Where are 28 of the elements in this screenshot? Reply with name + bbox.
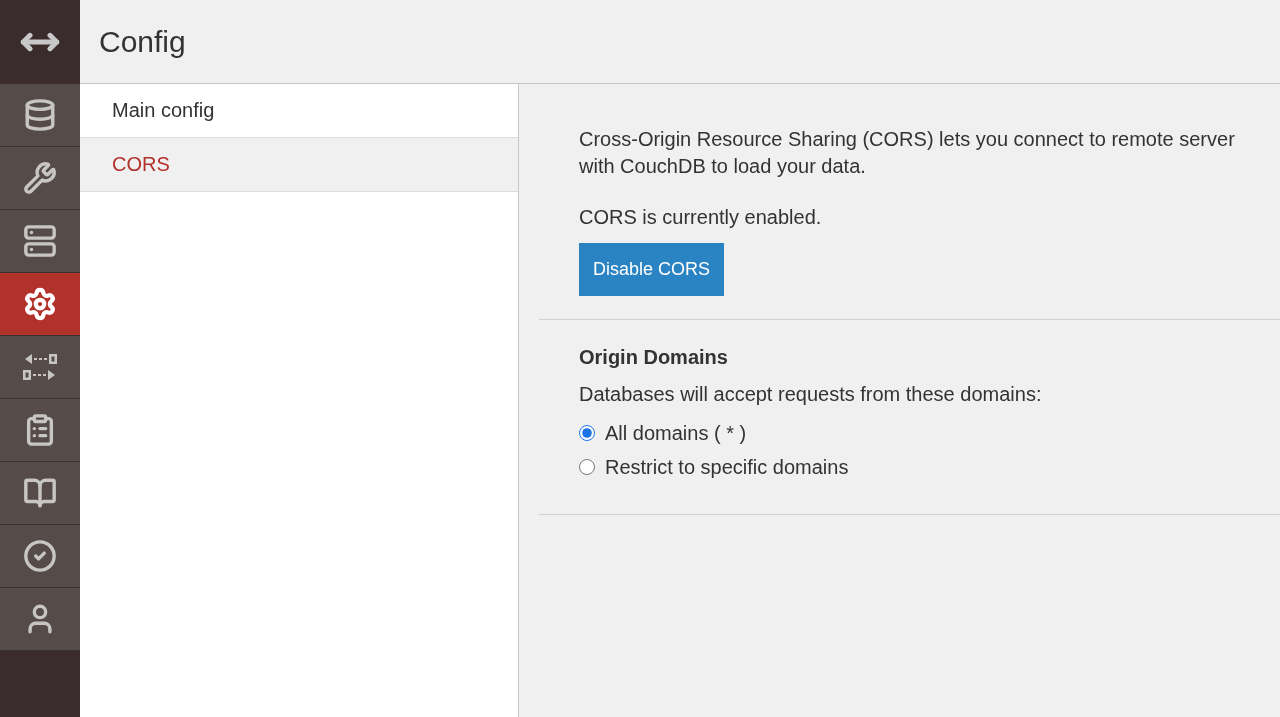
option-label: Restrict to specific domains	[605, 455, 849, 479]
nav-item[interactable]	[0, 525, 80, 588]
server-icon	[23, 224, 57, 258]
radio-button[interactable]	[579, 459, 595, 475]
settings-icon	[23, 287, 57, 321]
book-icon	[23, 476, 57, 510]
nav-item[interactable]	[0, 588, 80, 651]
nav-item[interactable]	[0, 273, 80, 336]
hint-text: Databases will accept requests from these domains:	[579, 383, 1043, 406]
nav-item[interactable]	[0, 462, 80, 525]
check-circle-icon	[23, 539, 57, 573]
nav-item[interactable]	[0, 399, 80, 462]
database-icon	[23, 98, 57, 132]
page-title: Config	[99, 24, 186, 59]
description-text: with CouchDB to load your data.	[579, 154, 867, 179]
nav-item[interactable]	[0, 210, 80, 273]
option-label: All domains ( * )	[605, 421, 747, 445]
menu-item[interactable]: CORS	[80, 138, 518, 192]
nav-item[interactable]	[0, 147, 80, 210]
section-heading: Origin Domains	[579, 346, 729, 369]
replication-icon	[23, 352, 57, 382]
nav-item[interactable]	[0, 84, 80, 147]
wrench-icon	[23, 161, 57, 195]
status-text: CORS is currently enabled.	[579, 206, 823, 229]
radio-button[interactable]	[579, 425, 595, 441]
description-text: Cross-Origin Resource Sharing (CORS) lets you connect to remote server	[579, 127, 1236, 152]
disable-cors-button[interactable]: Disable CORS	[579, 243, 725, 296]
nav-item[interactable]	[0, 336, 80, 399]
